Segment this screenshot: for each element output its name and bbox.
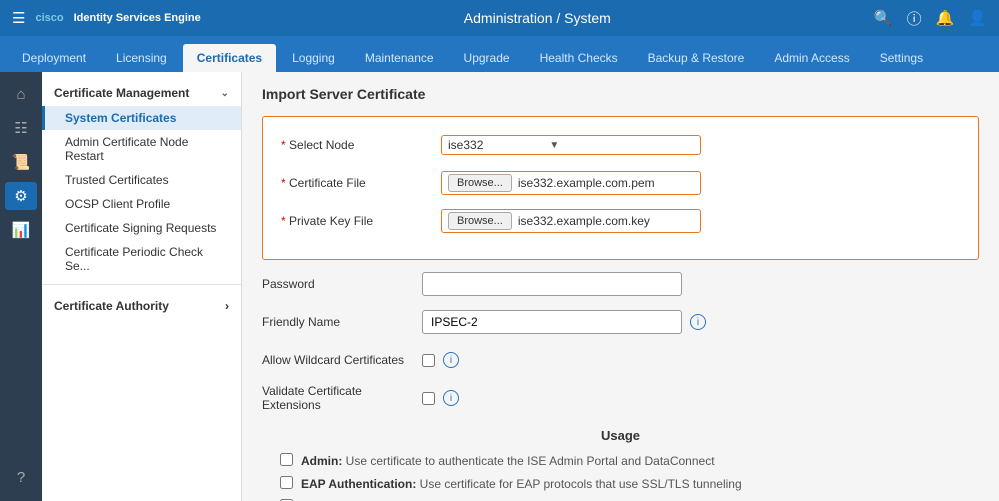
- nav-cert-signing-requests[interactable]: Certificate Signing Requests: [42, 216, 241, 240]
- private-key-field: Browse... ise332.example.com.key: [441, 209, 701, 233]
- friendly-name-input[interactable]: [422, 310, 682, 334]
- app-name: Identity Services Engine: [74, 12, 201, 24]
- top-nav-right: 🔍 ⓘ 🔔 👤: [874, 8, 987, 29]
- menu-icon[interactable]: ☰: [12, 9, 25, 27]
- usage-title: Usage: [280, 428, 961, 443]
- usage-eap-checkbox[interactable]: [280, 476, 293, 489]
- usage-admin-text: Admin: Use certificate to authenticate t…: [301, 453, 715, 470]
- private-key-label: Private Key File: [281, 214, 441, 228]
- cert-authority-section[interactable]: Certificate Authority ›: [42, 291, 241, 321]
- tab-deployment[interactable]: Deployment: [8, 44, 100, 72]
- allow-wildcard-info-icon[interactable]: i: [443, 352, 459, 368]
- left-panel: Certificate Management ⌄ System Certific…: [42, 72, 242, 501]
- chevron-down-icon: ⌄: [221, 88, 229, 99]
- user-icon[interactable]: 👤: [968, 9, 987, 27]
- context-icon[interactable]: ☷: [5, 114, 37, 142]
- allow-wildcard-checkbox-group: i: [422, 352, 459, 368]
- admin-icon[interactable]: ⚙: [5, 182, 37, 210]
- select-node-field[interactable]: ise332 ▼: [441, 135, 701, 155]
- tab-backup-restore[interactable]: Backup & Restore: [634, 44, 759, 72]
- usage-eap-text: EAP Authentication: Use certificate for …: [301, 476, 742, 493]
- nav-trusted-certificates[interactable]: Trusted Certificates: [42, 168, 241, 192]
- password-row: Password: [262, 270, 979, 298]
- private-key-file-name: ise332.example.com.key: [518, 214, 650, 228]
- allow-wildcard-checkbox[interactable]: [422, 354, 435, 367]
- usage-admin-checkbox[interactable]: [280, 453, 293, 466]
- page-title: Import Server Certificate: [262, 86, 979, 102]
- friendly-name-label: Friendly Name: [262, 315, 422, 329]
- cert-file-browse-button[interactable]: Browse...: [448, 174, 512, 192]
- main-layout: ⌂ ☷ 📜 ⚙ 📊 ? Certificate Management ⌄ Sys…: [0, 72, 999, 501]
- cert-authority-label: Certificate Authority: [54, 299, 169, 313]
- password-label: Password: [262, 277, 422, 291]
- home-icon[interactable]: ⌂: [5, 80, 37, 108]
- nav-admin-cert-node-restart[interactable]: Admin Certificate Node Restart: [42, 130, 241, 168]
- search-icon[interactable]: 🔍: [874, 9, 893, 27]
- tab-health-checks[interactable]: Health Checks: [526, 44, 632, 72]
- allow-wildcard-row: Allow Wildcard Certificates i: [262, 346, 979, 374]
- sidebar-icons: ⌂ ☷ 📜 ⚙ 📊 ?: [0, 72, 42, 501]
- select-node-arrow: ▼: [549, 140, 559, 151]
- select-node-value: ise332: [448, 138, 483, 152]
- chevron-right-icon: ›: [225, 299, 229, 313]
- policy-icon[interactable]: 📜: [5, 148, 37, 176]
- cert-file-row: Certificate File Browse... ise332.exampl…: [281, 169, 960, 197]
- tab-certificates[interactable]: Certificates: [183, 44, 276, 72]
- required-fields-section: Select Node ise332 ▼ Certificate File Br…: [262, 116, 979, 260]
- page-title: Administration / System: [464, 10, 611, 26]
- tab-logging[interactable]: Logging: [278, 44, 349, 72]
- friendly-name-row: Friendly Name i: [262, 308, 979, 336]
- password-input[interactable]: [422, 272, 682, 296]
- nav-cert-periodic-check[interactable]: Certificate Periodic Check Se...: [42, 240, 241, 278]
- validate-extensions-label: Validate Certificate Extensions: [262, 384, 422, 412]
- bell-icon[interactable]: 🔔: [936, 9, 955, 27]
- allow-wildcard-label: Allow Wildcard Certificates: [262, 353, 422, 367]
- top-nav: ☰ cisco Identity Services Engine Adminis…: [0, 0, 999, 36]
- cert-management-label: Certificate Management: [54, 86, 189, 100]
- help-icon[interactable]: ⓘ: [907, 8, 922, 29]
- top-nav-left: ☰ cisco Identity Services Engine: [12, 9, 201, 27]
- tab-admin-access[interactable]: Admin Access: [760, 44, 863, 72]
- nav-system-certificates[interactable]: System Certificates: [42, 106, 241, 130]
- cert-file-label: Certificate File: [281, 176, 441, 190]
- usage-admin: Admin: Use certificate to authenticate t…: [280, 453, 961, 470]
- select-node-row: Select Node ise332 ▼: [281, 131, 960, 159]
- private-key-browse-button[interactable]: Browse...: [448, 212, 512, 230]
- main-content: Import Server Certificate Select Node is…: [242, 72, 999, 501]
- private-key-row: Private Key File Browse... ise332.exampl…: [281, 207, 960, 235]
- validate-extensions-row: Validate Certificate Extensions i: [262, 384, 979, 412]
- usage-section: Usage Admin: Use certificate to authenti…: [262, 422, 979, 501]
- tab-settings[interactable]: Settings: [866, 44, 937, 72]
- select-node-label: Select Node: [281, 138, 441, 152]
- validate-extensions-checkbox[interactable]: [422, 392, 435, 405]
- validate-extensions-checkbox-group: i: [422, 390, 459, 406]
- usage-eap: EAP Authentication: Use certificate for …: [280, 476, 961, 493]
- friendly-name-info-icon[interactable]: i: [690, 314, 706, 330]
- tab-licensing[interactable]: Licensing: [102, 44, 181, 72]
- cert-file-name: ise332.example.com.pem: [518, 176, 655, 190]
- cert-file-field: Browse... ise332.example.com.pem: [441, 171, 701, 195]
- reports-icon[interactable]: 📊: [5, 216, 37, 244]
- tab-upgrade[interactable]: Upgrade: [450, 44, 524, 72]
- cisco-logo: cisco: [35, 12, 63, 24]
- validate-extensions-info-icon[interactable]: i: [443, 390, 459, 406]
- cert-management-section[interactable]: Certificate Management ⌄: [42, 80, 241, 106]
- friendly-name-field-group: i: [422, 310, 706, 334]
- tab-maintenance[interactable]: Maintenance: [351, 44, 448, 72]
- nav-ocsp-client-profile[interactable]: OCSP Client Profile: [42, 192, 241, 216]
- question-icon[interactable]: ?: [5, 463, 37, 491]
- second-nav: Deployment Licensing Certificates Loggin…: [0, 36, 999, 72]
